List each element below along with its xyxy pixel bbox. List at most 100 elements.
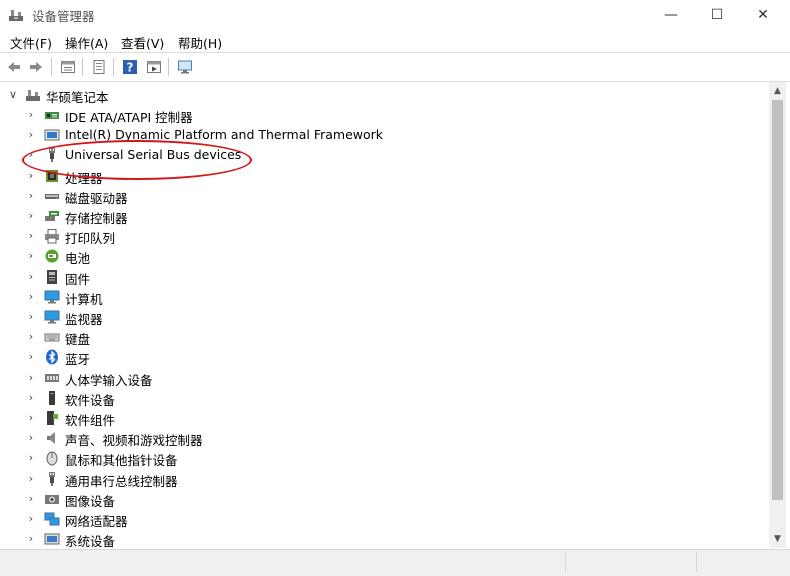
tree-root-label: 华硕笔记本 [46,90,109,105]
tree-item[interactable]: › 电池 [3,246,763,266]
tree-item-label: 软件设备 [65,392,116,408]
tree-item[interactable]: › 软件组件 [3,408,763,428]
menu-help[interactable]: 帮助(H) [178,33,222,52]
monitor-icon [44,290,60,304]
expand-chevron-icon[interactable]: › [25,169,37,182]
keyboard-icon [44,333,60,342]
printer-icon [45,229,59,244]
tree-item[interactable]: › 网络适配器 [3,509,763,529]
expand-chevron-icon[interactable]: › [25,371,37,384]
network-adapter-icon [44,512,60,526]
back-arrow-icon[interactable] [4,57,24,77]
toolbar-separator [168,58,169,76]
svg-text:?: ? [127,61,134,75]
update-driver-icon[interactable] [89,57,109,77]
expand-chevron-icon[interactable]: › [25,209,37,222]
tree-item[interactable]: › 监视器 [3,307,763,327]
expand-chevron-icon[interactable]: › [25,391,37,404]
expand-chevron-icon[interactable]: › [25,108,37,121]
tree-item[interactable]: › 人体学输入设备 [3,368,763,388]
monitor-icon [44,310,60,324]
tree-item-label: 存储控制器 [65,211,128,226]
expand-chevron-icon[interactable]: › [25,249,37,262]
firmware-icon [47,269,57,284]
system-device-icon [44,533,60,545]
tree-item[interactable]: › 系统设备 [3,529,763,548]
expand-chevron-icon[interactable]: › [25,229,37,242]
tree-item-label: 磁盘驱动器 [65,190,128,206]
status-cell [566,552,697,572]
tree-item[interactable]: › 鼠标和其他指针设备 [3,448,763,468]
expand-chevron-icon[interactable]: › [25,350,37,363]
tree-item-label: 打印队列 [65,231,116,247]
status-bar [0,549,790,576]
minimize-button[interactable]: — [648,0,694,30]
vertical-scrollbar[interactable]: ▲ ▼ [769,82,786,548]
help-icon[interactable]: ? [120,57,140,77]
menu-view[interactable]: 查看(V) [121,33,164,52]
tree-item[interactable]: › 计算机 [3,287,763,307]
toolbar-separator [113,58,114,76]
expand-chevron-icon[interactable]: › [25,270,37,283]
tree-item-label: 系统设备 [65,534,116,548]
usb-plug-icon [49,471,55,486]
toolbar-separator [51,58,52,76]
properties-icon[interactable] [58,57,78,77]
maximize-button[interactable]: ☐ [694,0,740,30]
scrollbar-thumb[interactable] [772,100,783,500]
toolbar: ? [0,52,790,82]
camera-icon [45,494,59,504]
tree-item[interactable]: › 蓝牙 [3,347,763,367]
forward-arrow-icon[interactable] [26,57,46,77]
expand-chevron-icon[interactable]: › [25,492,37,505]
menu-action[interactable]: 操作(A) [65,33,108,52]
action-view-icon[interactable] [144,57,164,77]
expand-chevron-icon[interactable]: › [25,472,37,485]
scroll-up-icon[interactable]: ▲ [769,83,786,99]
hid-icon [45,373,59,382]
tree-root[interactable]: ∨ 华硕笔记本 [3,85,763,105]
tree-item-label: 电池 [65,251,91,267]
close-button[interactable]: ✕ [740,0,786,30]
tree-item-label: 声音、视频和游戏控制器 [65,433,203,449]
computer-icon [26,90,40,101]
tree-item[interactable]: › IDE ATA/ATAPI 控制器 [3,105,763,125]
tree-item[interactable]: › 打印队列 [3,226,763,246]
menu-file[interactable]: 文件(F) [10,33,52,52]
software-component-icon [47,411,58,425]
tree-item[interactable]: › 存储控制器 [3,206,763,226]
storage-controller-icon [45,211,59,221]
tree-item-label: 鼠标和其他指针设备 [65,453,178,469]
tree-item[interactable]: › 通用串行总线控制器 [3,469,763,489]
tree-item[interactable]: › 磁盘驱动器 [3,186,763,206]
toolbar-separator [82,58,83,76]
annotation-ellipse [22,140,252,180]
tree-item[interactable]: › 键盘 [3,327,763,347]
tree-item-label: 通用串行总线控制器 [65,473,178,489]
tree-item-label: 计算机 [65,291,103,307]
tree-item[interactable]: › 声音、视频和游戏控制器 [3,428,763,448]
disk-drive-icon [45,193,59,199]
expand-chevron-icon[interactable]: › [25,411,37,424]
expand-chevron-icon[interactable]: › [25,310,37,323]
expand-chevron-icon[interactable]: › [25,512,37,525]
expand-chevron-icon[interactable]: › [25,532,37,545]
scroll-down-icon[interactable]: ▼ [769,531,786,547]
battery-icon [45,249,59,263]
tree-item[interactable]: › 图像设备 [3,489,763,509]
tree-item[interactable]: › 软件设备 [3,388,763,408]
device-manager-icon [9,10,23,21]
expand-chevron-icon[interactable]: › [25,330,37,343]
expand-chevron-icon[interactable]: › [25,189,37,202]
expand-chevron-icon[interactable]: › [25,451,37,464]
tree-item[interactable]: › 固件 [3,267,763,287]
tree-item-label: 人体学输入设备 [65,372,153,388]
collapse-chevron-icon[interactable]: ∨ [7,88,19,101]
expand-chevron-icon[interactable]: › [25,290,37,303]
menu-bar: 文件(F) 操作(A) 查看(V) 帮助(H) [0,30,790,52]
expand-chevron-icon[interactable]: › [25,128,37,141]
window-title: 设备管理器 [32,9,95,24]
tree-item-label: IDE ATA/ATAPI 控制器 [65,110,193,125]
monitor-scan-icon[interactable] [175,57,195,77]
expand-chevron-icon[interactable]: › [25,431,37,444]
